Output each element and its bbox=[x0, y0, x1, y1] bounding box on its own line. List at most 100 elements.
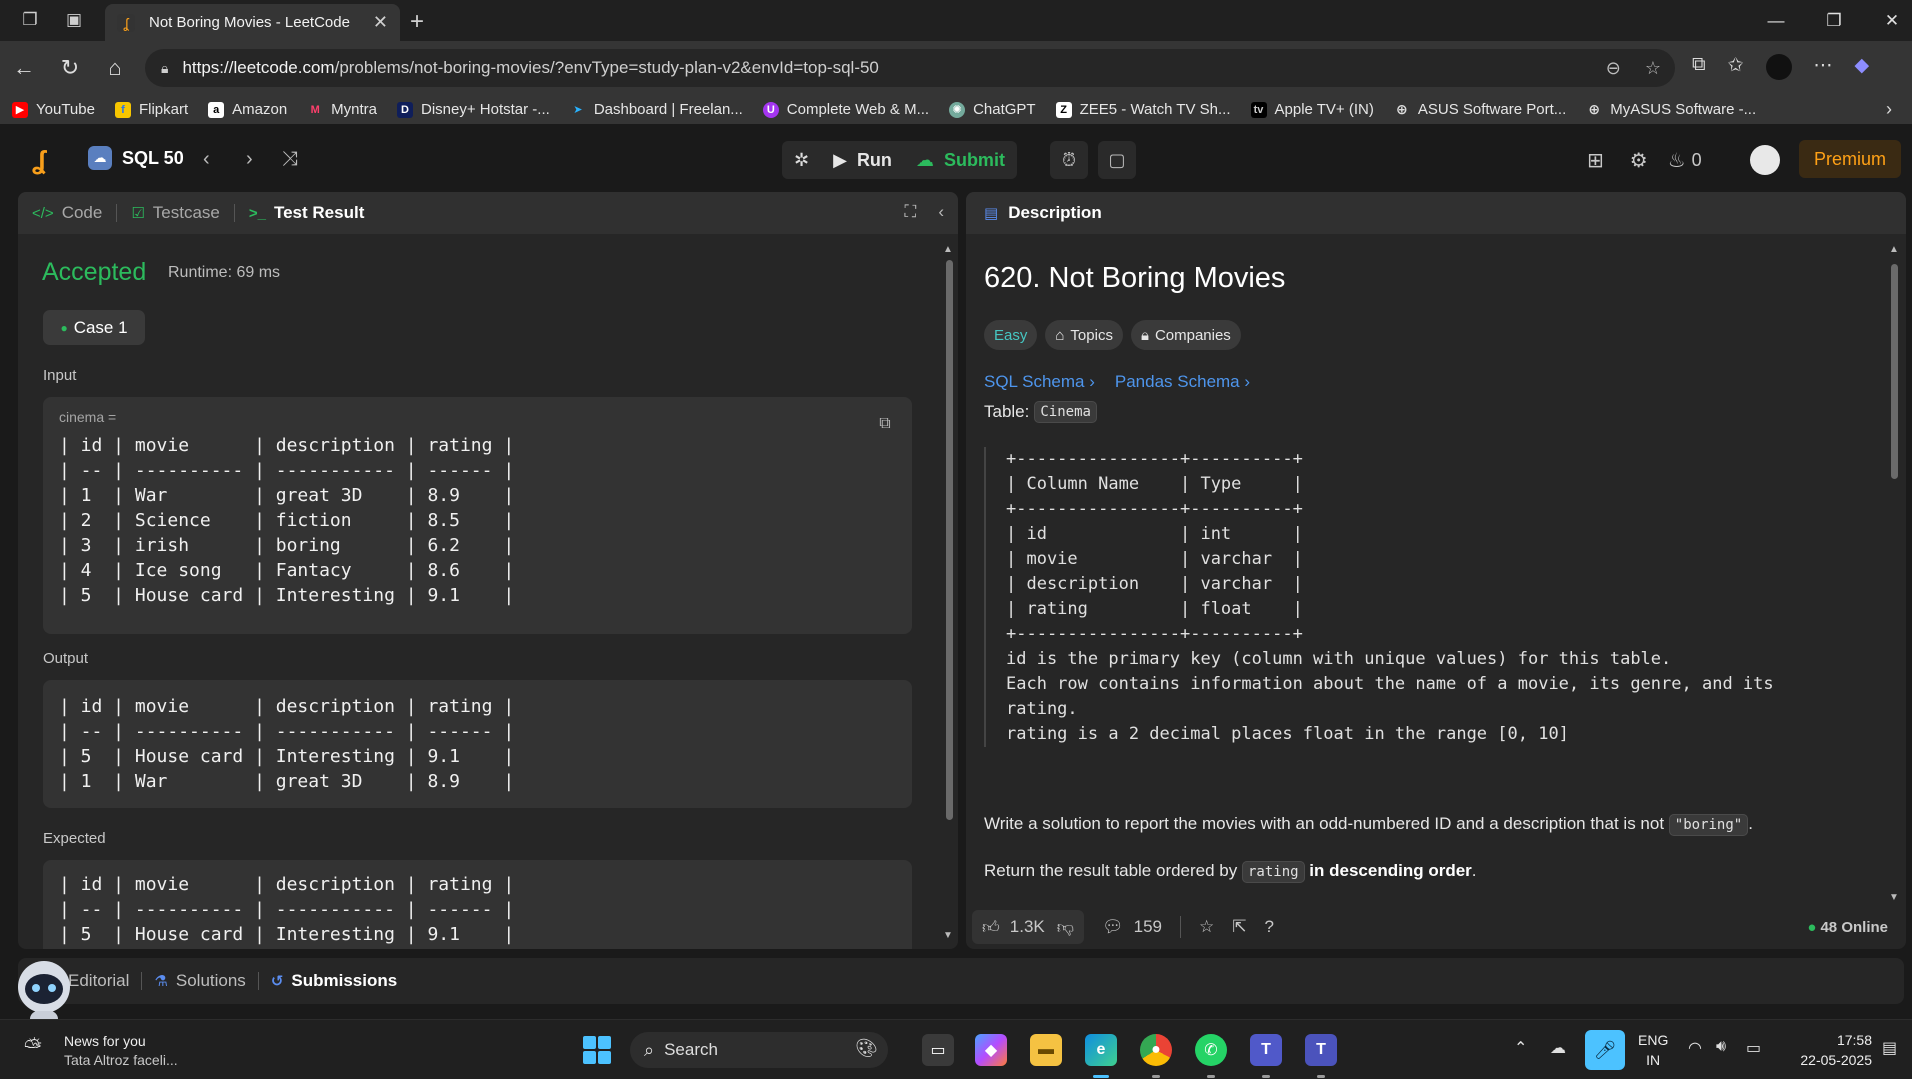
clock[interactable]: 17:58 22-05-2025 bbox=[1788, 1030, 1872, 1070]
collapse-panel-icon[interactable]: ‹ bbox=[938, 202, 944, 222]
wifi-icon[interactable]: ◠ bbox=[1688, 1038, 1702, 1058]
bookmark-asus-portal[interactable]: ⊕ ASUS Software Port... bbox=[1394, 101, 1566, 118]
bookmark-flipkart[interactable]: f Flipkart bbox=[114, 101, 188, 118]
volume-icon[interactable]: 🔊︎ bbox=[1716, 1038, 1726, 1056]
sql-schema-link[interactable]: SQL Schema › bbox=[984, 372, 1095, 392]
case-1-button[interactable]: ● Case 1 bbox=[43, 310, 145, 345]
battery-icon[interactable]: ▭ bbox=[1746, 1038, 1761, 1058]
tab-actions-icon[interactable]: ▣ bbox=[60, 6, 88, 34]
edge-browser-icon[interactable]: e bbox=[1085, 1034, 1117, 1066]
copilot-icon[interactable]: ◆ bbox=[1855, 54, 1870, 80]
leetcode-logo-icon[interactable]: ʆ bbox=[32, 145, 46, 176]
history-icon: ↺ bbox=[270, 973, 284, 990]
onedrive-icon[interactable]: ☁ bbox=[1550, 1038, 1566, 1058]
notifications-icon[interactable]: ▤ bbox=[1882, 1038, 1897, 1058]
bookmark-appletv[interactable]: tv Apple TV+ (IN) bbox=[1250, 101, 1374, 118]
bookmark-hotstar[interactable]: D Disney+ Hotstar -... bbox=[397, 101, 550, 118]
thumbs-down-icon[interactable]: 👎︎ bbox=[1057, 917, 1074, 938]
close-window-icon[interactable]: ✕ bbox=[1863, 6, 1912, 36]
layout-icon[interactable]: ⊞ bbox=[1587, 148, 1604, 173]
pandas-schema-link[interactable]: Pandas Schema › bbox=[1115, 372, 1250, 392]
microphone-icon[interactable]: 🎤︎ bbox=[1585, 1030, 1625, 1070]
premium-button[interactable]: Premium bbox=[1799, 140, 1901, 178]
file-explorer-icon[interactable]: ▬ bbox=[1030, 1034, 1062, 1066]
whatsapp-icon[interactable]: ✆ bbox=[1195, 1034, 1227, 1066]
notes-icon[interactable]: ▢ bbox=[1098, 141, 1136, 179]
tab-test-result[interactable]: >_ Test Result bbox=[249, 203, 364, 223]
streak-flame-icon[interactable]: ♨ bbox=[1668, 148, 1686, 173]
tab-testcase[interactable]: ☑ Testcase bbox=[131, 203, 220, 223]
submit-button[interactable]: ☁ Submit bbox=[904, 141, 1017, 179]
bookmarks-overflow-icon[interactable]: › bbox=[1886, 99, 1892, 120]
favorites-icon[interactable]: ✩ bbox=[1728, 54, 1744, 80]
next-problem-icon[interactable]: › bbox=[246, 148, 253, 171]
bookmark-zee5[interactable]: Z ZEE5 - Watch TV Sh... bbox=[1055, 101, 1231, 118]
minimize-icon[interactable]: — bbox=[1747, 6, 1805, 36]
run-button[interactable]: ▶ Run bbox=[821, 141, 904, 179]
left-scrollbar[interactable]: ▲ ▼ bbox=[943, 244, 954, 944]
bookmark-freelancer[interactable]: ➤ Dashboard | Freelan... bbox=[570, 101, 743, 118]
taskbar-search[interactable]: ⌕ Search 🎨︎ bbox=[630, 1032, 888, 1068]
url-field[interactable]: 🔒︎ https://leetcode.com/problems/not-bor… bbox=[145, 49, 1675, 87]
thumbs-up-icon[interactable]: 👍︎ bbox=[982, 917, 1000, 938]
tab-submissions[interactable]: ↺ Submissions bbox=[271, 971, 397, 991]
lock-icon[interactable]: 🔒︎ bbox=[161, 60, 168, 77]
workspaces-icon[interactable]: ❐ bbox=[16, 6, 44, 34]
bookmark-amazon[interactable]: a Amazon bbox=[208, 101, 287, 118]
timer-icon[interactable]: ⏰︎ bbox=[1050, 141, 1088, 179]
star-icon[interactable]: ☆ bbox=[1199, 917, 1214, 937]
fullscreen-icon[interactable]: ⛶ bbox=[904, 202, 916, 222]
user-avatar[interactable] bbox=[1750, 145, 1780, 175]
start-button[interactable] bbox=[583, 1036, 611, 1064]
news-widget[interactable]: News for you Tata Altroz faceli... bbox=[64, 1032, 178, 1070]
teams-icon[interactable]: T bbox=[1250, 1034, 1282, 1066]
scroll-down-icon[interactable]: ▼ bbox=[943, 930, 953, 941]
settings-gear-icon[interactable]: ⚙ bbox=[1630, 148, 1648, 173]
refresh-icon[interactable]: ↻ bbox=[56, 54, 84, 82]
scroll-thumb[interactable] bbox=[946, 260, 953, 820]
shuffle-icon[interactable]: ⤨ bbox=[282, 148, 298, 171]
teams-work-icon[interactable]: T bbox=[1305, 1034, 1337, 1066]
scroll-up-icon[interactable]: ▲ bbox=[943, 244, 953, 255]
more-options-icon[interactable]: ⋯ bbox=[1814, 54, 1833, 80]
weather-icon[interactable]: ⛅︎ bbox=[24, 1034, 42, 1060]
reader-icon[interactable]: ⊖ bbox=[1606, 58, 1621, 79]
maximize-icon[interactable]: ❐ bbox=[1805, 6, 1863, 36]
study-plan-badge[interactable]: ☁ SQL 50 bbox=[88, 146, 184, 170]
comments-button[interactable]: 💬︎ 159 bbox=[1102, 917, 1162, 937]
scroll-down-icon[interactable]: ▼ bbox=[1889, 892, 1899, 903]
profile-icon[interactable] bbox=[1765, 54, 1792, 80]
copy-icon[interactable]: ⧉ bbox=[874, 413, 896, 435]
scroll-up-icon[interactable]: ▲ bbox=[1889, 244, 1899, 255]
companies-chip[interactable]: 🔒︎ Companies bbox=[1130, 320, 1241, 350]
share-icon[interactable]: ⇱ bbox=[1232, 917, 1246, 937]
language-indicator[interactable]: ENG IN bbox=[1638, 1030, 1668, 1070]
back-icon[interactable]: ← bbox=[10, 54, 38, 82]
bookmark-udemy[interactable]: U Complete Web & M... bbox=[762, 101, 929, 118]
chrome-icon[interactable]: ● bbox=[1140, 1034, 1172, 1066]
extensions-icon[interactable]: ⧉ bbox=[1692, 54, 1706, 80]
browser-tab-active[interactable]: ʆ Not Boring Movies - LeetCode ✕ bbox=[105, 4, 400, 41]
new-tab-icon[interactable]: + bbox=[410, 8, 424, 36]
description-tab[interactable]: ▤ Description bbox=[966, 192, 1906, 234]
scroll-thumb[interactable] bbox=[1891, 264, 1898, 479]
right-scrollbar[interactable]: ▲ ▼ bbox=[1889, 244, 1900, 904]
debug-icon[interactable]: ✲ bbox=[782, 141, 821, 179]
topics-chip[interactable]: ⌂ Topics bbox=[1045, 320, 1123, 350]
bookmark-youtube[interactable]: ▶ YouTube bbox=[12, 101, 95, 118]
help-icon[interactable]: ? bbox=[1264, 917, 1273, 937]
bookmark-chatgpt[interactable]: ✺ ChatGPT bbox=[949, 101, 1036, 118]
copilot-app-icon[interactable]: ◆ bbox=[975, 1034, 1007, 1066]
favorite-star-icon[interactable]: ☆ bbox=[1645, 58, 1661, 79]
tab-solutions[interactable]: ⚗ Solutions bbox=[154, 971, 245, 991]
like-count: 1.3K bbox=[1009, 917, 1045, 936]
prev-problem-icon[interactable]: ‹ bbox=[203, 148, 210, 171]
bookmark-myntra[interactable]: M Myntra bbox=[307, 101, 377, 118]
task-view-icon[interactable]: ▭ bbox=[922, 1034, 954, 1066]
close-tab-icon[interactable]: ✕ bbox=[373, 12, 388, 33]
tab-code[interactable]: </> Code bbox=[32, 203, 102, 223]
problem-title: 620. Not Boring Movies bbox=[984, 262, 1286, 294]
tray-overflow-icon[interactable]: ⌃ bbox=[1514, 1038, 1527, 1058]
home-icon[interactable]: ⌂ bbox=[101, 54, 129, 82]
bookmark-myasus[interactable]: ⊕ MyASUS Software -... bbox=[1586, 101, 1756, 118]
